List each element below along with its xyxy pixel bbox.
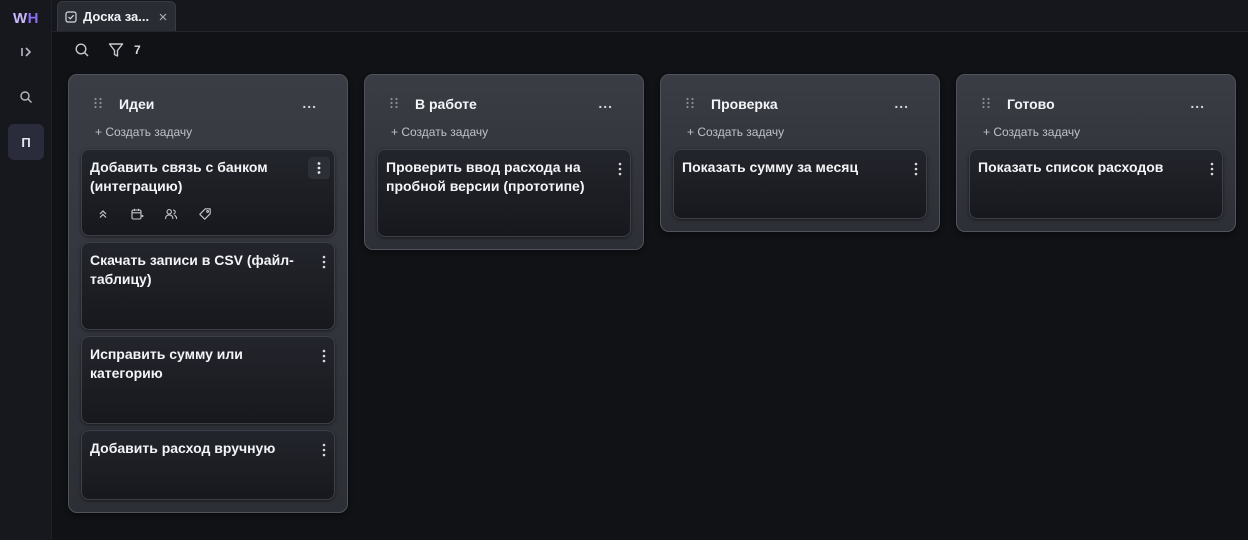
due-date-icon[interactable] [130,207,144,221]
tab-bar: Доска за... [52,0,1248,32]
task-card[interactable]: Скачать записи в CSV (файл-таблицу) [81,242,335,330]
column-title: В работе [415,96,477,112]
card-menu-button[interactable] [308,157,330,179]
close-icon[interactable] [157,11,169,23]
task-title: Исправить сумму или категорию [90,346,243,381]
column-more-button[interactable]: ... [894,95,909,111]
add-task-button[interactable]: + Создать задачу [983,125,1080,139]
filter-icon[interactable] [108,42,124,58]
column-in-progress: В работе ... + Создать задачу Проверить … [364,74,644,250]
kebab-menu-icon [914,162,918,176]
column-title: Готово [1007,96,1055,112]
card-menu-button[interactable] [322,443,326,457]
add-task-button[interactable]: + Создать задачу [391,125,488,139]
assignees-icon[interactable] [164,207,178,221]
task-title: Показать список расходов [978,159,1164,175]
project-button[interactable]: П [8,124,44,160]
column-title: Проверка [711,96,778,112]
search-icon[interactable] [74,42,90,58]
column-more-button[interactable]: ... [598,95,613,111]
task-card[interactable]: Показать сумму за месяц [673,149,927,219]
task-card[interactable]: Добавить связь с банком (интеграцию) [81,149,335,236]
card-menu-button[interactable] [618,162,622,176]
tag-icon[interactable] [198,207,212,221]
column-review: Проверка ... + Создать задачу Показать с… [660,74,940,232]
task-title: Добавить связь с банком (интеграцию) [90,159,268,194]
task-card[interactable]: Исправить сумму или категорию [81,336,335,424]
kebab-menu-icon [1210,162,1214,176]
project-initial: П [21,134,31,150]
task-card[interactable]: Проверить ввод расхода на пробной версии… [377,149,631,237]
kebab-menu-icon [322,443,326,457]
column-more-button[interactable]: ... [302,95,317,111]
drag-handle-icon[interactable] [685,97,695,109]
task-card[interactable]: Показать список расходов [969,149,1223,219]
filter-count: 7 [134,43,141,57]
tab-task-board[interactable]: Доска за... [57,1,176,31]
card-menu-button[interactable] [914,162,918,176]
column-more-button[interactable]: ... [1190,95,1205,111]
checkbox-icon [65,10,77,23]
column-ideas: Идеи ... + Создать задачу Добавить связь… [68,74,348,513]
app-logo[interactable]: WH [0,10,52,27]
left-rail: WH П [0,0,52,540]
task-title: Добавить расход вручную [90,440,276,456]
tab-label: Доска за... [83,9,150,24]
task-title: Проверить ввод расхода на пробной версии… [386,159,585,194]
drag-handle-icon[interactable] [389,97,399,109]
drag-handle-icon[interactable] [981,97,991,109]
card-menu-button[interactable] [1210,162,1214,176]
task-title: Скачать записи в CSV (файл-таблицу) [90,252,294,287]
add-task-button[interactable]: + Создать задачу [95,125,192,139]
board-toolbar: 7 [52,32,1248,68]
rail-search-button[interactable] [12,83,40,111]
search-icon [20,91,32,103]
column-done: Готово ... + Создать задачу Показать спи… [956,74,1236,232]
card-menu-button[interactable] [322,349,326,363]
task-card[interactable]: Добавить расход вручную [81,430,335,500]
expand-sidebar-icon [21,47,32,57]
drag-handle-icon[interactable] [93,97,103,109]
priority-icon[interactable] [96,207,110,221]
kebab-menu-icon [618,162,622,176]
kebab-menu-icon [317,162,321,174]
add-task-button[interactable]: + Создать задачу [687,125,784,139]
column-title: Идеи [119,96,155,112]
expand-sidebar-button[interactable] [12,38,40,66]
kebab-menu-icon [322,255,326,269]
card-menu-button[interactable] [322,255,326,269]
card-quick-actions [96,207,212,221]
kebab-menu-icon [322,349,326,363]
task-title: Показать сумму за месяц [682,159,859,175]
